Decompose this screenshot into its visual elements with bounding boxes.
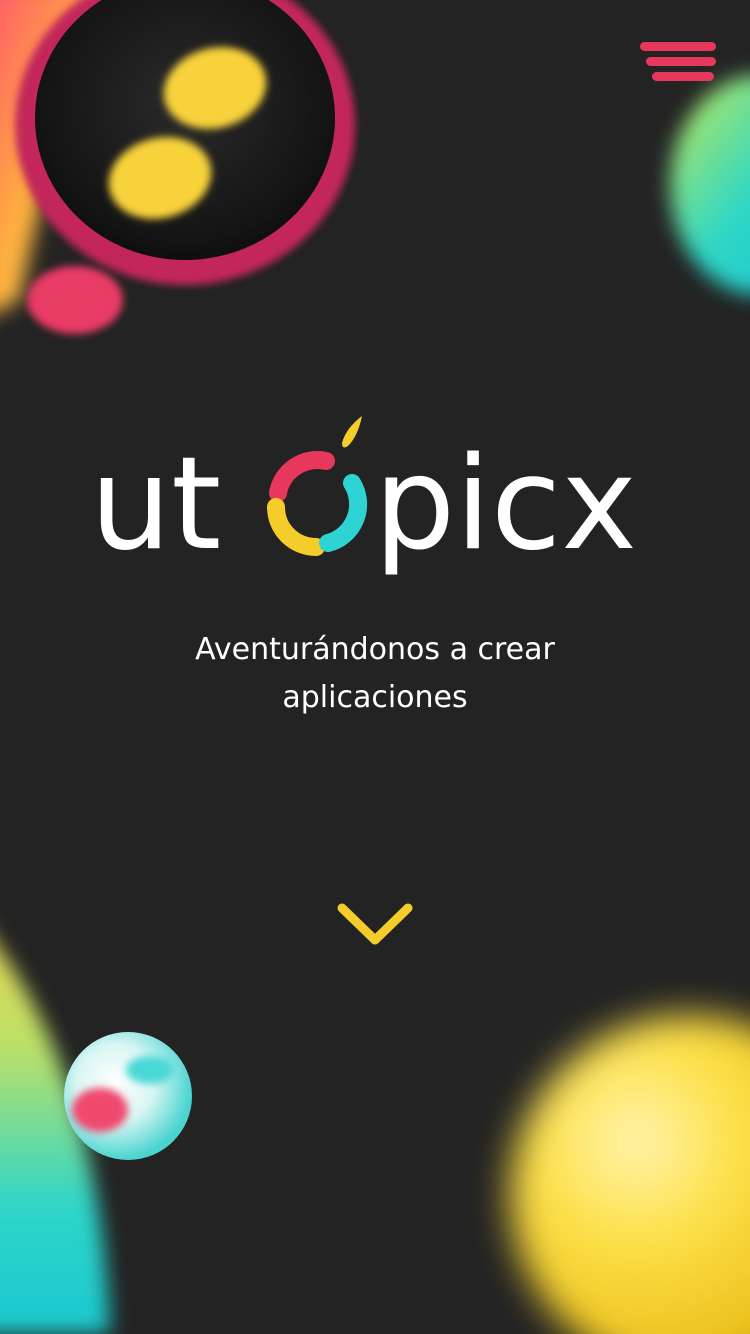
- hero-tagline-line-2: aplicaciones: [282, 680, 468, 715]
- logo-o-swirl-icon: [267, 451, 368, 556]
- hero-tagline: Aventurándonos a crear aplicaciones: [125, 626, 625, 722]
- splash-screen: ut picx Aventurándonos a crear aplicacio…: [0, 0, 750, 1334]
- logo-text-end: picx: [374, 430, 637, 579]
- logo-accent-drop: [342, 416, 362, 448]
- scroll-down-button[interactable]: [332, 896, 418, 952]
- logo-text-start: ut: [90, 430, 221, 579]
- hero-tagline-line-1: Aventurándonos a crear: [195, 632, 555, 667]
- brand-logo: ut picx: [90, 408, 660, 588]
- menu-button[interactable]: [636, 38, 720, 94]
- chevron-down-icon: [337, 903, 413, 945]
- hamburger-menu-icon: [640, 42, 716, 81]
